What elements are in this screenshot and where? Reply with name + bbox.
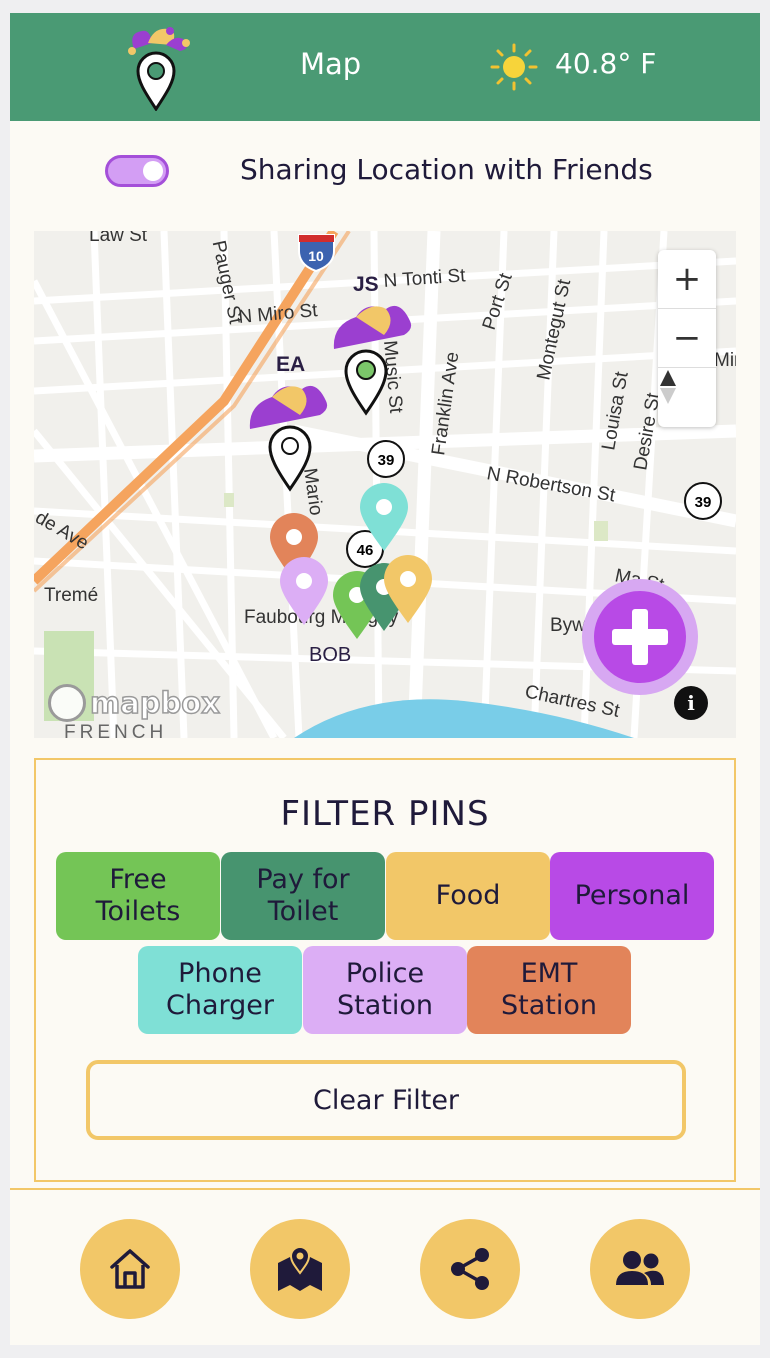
- chip-label-line1: Police: [345, 958, 425, 989]
- mapbox-wordmark: mapbox: [89, 685, 220, 721]
- chip-label-line1: Personal: [574, 880, 690, 911]
- plus-icon: [612, 609, 668, 665]
- filter-chip-police-station[interactable]: Police Station: [303, 946, 467, 1034]
- route-shield-a: 39: [378, 452, 395, 469]
- chip-label-line2: Station: [501, 990, 597, 1021]
- friend-initials-js: JS: [353, 273, 379, 296]
- page-title: Map: [300, 47, 362, 81]
- app-frame: Map 40.8° F Sharing Location with Friend…: [10, 13, 760, 1345]
- filter-panel: FILTER PINS Free Toilets Pay for Toilet Fo…: [34, 758, 736, 1182]
- label-bywater: Byw: [550, 615, 586, 636]
- map-view[interactable]: 10 39 39 46 Law St Pauger St N Miro St N…: [34, 231, 736, 738]
- share-icon: [451, 1248, 489, 1290]
- zoom-out-button[interactable]: −: [658, 309, 716, 368]
- chip-label-line2: Station: [337, 990, 433, 1021]
- filter-title: FILTER PINS: [280, 794, 490, 834]
- map-pin-icon: [278, 1246, 322, 1291]
- route-shield-b: 39: [695, 494, 712, 511]
- chip-label-line1: Food: [435, 880, 501, 911]
- nav-friends-button[interactable]: [590, 1219, 690, 1319]
- filter-chip-personal[interactable]: Personal: [550, 852, 714, 940]
- chip-label-line1: Phone: [178, 958, 262, 989]
- nav-map-button[interactable]: [250, 1219, 350, 1319]
- friend-initials-bob: BOB: [309, 644, 351, 666]
- chip-label-line2: Toilets: [95, 896, 181, 927]
- zoom-controls: + −: [658, 250, 716, 427]
- nav-home-button[interactable]: [80, 1219, 180, 1319]
- map-info-button[interactable]: i: [674, 686, 708, 720]
- route-shield-c: 46: [357, 542, 374, 559]
- compass-icon: [660, 370, 676, 404]
- interstate-label: 10: [308, 248, 324, 264]
- mapbox-logo-icon: [48, 684, 86, 722]
- toggle-knob: [143, 161, 163, 181]
- friends-icon: [616, 1251, 664, 1285]
- label-treme: Tremé: [44, 585, 98, 606]
- chip-label-line1: Free: [109, 864, 167, 895]
- chip-label-line2: Charger: [166, 990, 274, 1021]
- chip-label-line2: Toilet: [267, 896, 339, 927]
- filter-chip-emt-station[interactable]: EMT Station: [467, 946, 631, 1034]
- zoom-in-button[interactable]: +: [658, 250, 716, 309]
- filter-chip-food[interactable]: Food: [386, 852, 550, 940]
- chip-label-line1: EMT: [520, 958, 578, 989]
- compass-button[interactable]: [658, 368, 716, 427]
- jester-pin-logo-icon: [128, 27, 190, 111]
- friend-initials-ea: EA: [276, 353, 305, 376]
- label-mir: Mir: [714, 350, 736, 371]
- nav-share-button[interactable]: [420, 1219, 520, 1319]
- sharing-label: Sharing Location with Friends: [240, 153, 653, 186]
- clear-filter-button[interactable]: Clear Filter: [86, 1060, 686, 1140]
- filter-chip-pay-toilet[interactable]: Pay for Toilet: [221, 852, 385, 940]
- label-law: Law St: [89, 231, 148, 246]
- label-french: FRENCH: [64, 722, 167, 738]
- chip-label-line1: Pay for: [256, 864, 350, 895]
- filter-chip-phone-charger[interactable]: Phone Charger: [138, 946, 302, 1034]
- sun-icon: [490, 43, 538, 91]
- temperature-readout: 40.8° F: [555, 47, 657, 80]
- filter-chip-free-toilets[interactable]: Free Toilets: [56, 852, 220, 940]
- home-icon: [110, 1249, 150, 1289]
- add-pin-inner[interactable]: [594, 591, 686, 683]
- nav-divider: [10, 1188, 760, 1190]
- mapbox-attribution[interactable]: mapbox: [48, 683, 221, 723]
- location-sharing-toggle[interactable]: [105, 155, 169, 187]
- header-bar: Map 40.8° F: [10, 13, 760, 121]
